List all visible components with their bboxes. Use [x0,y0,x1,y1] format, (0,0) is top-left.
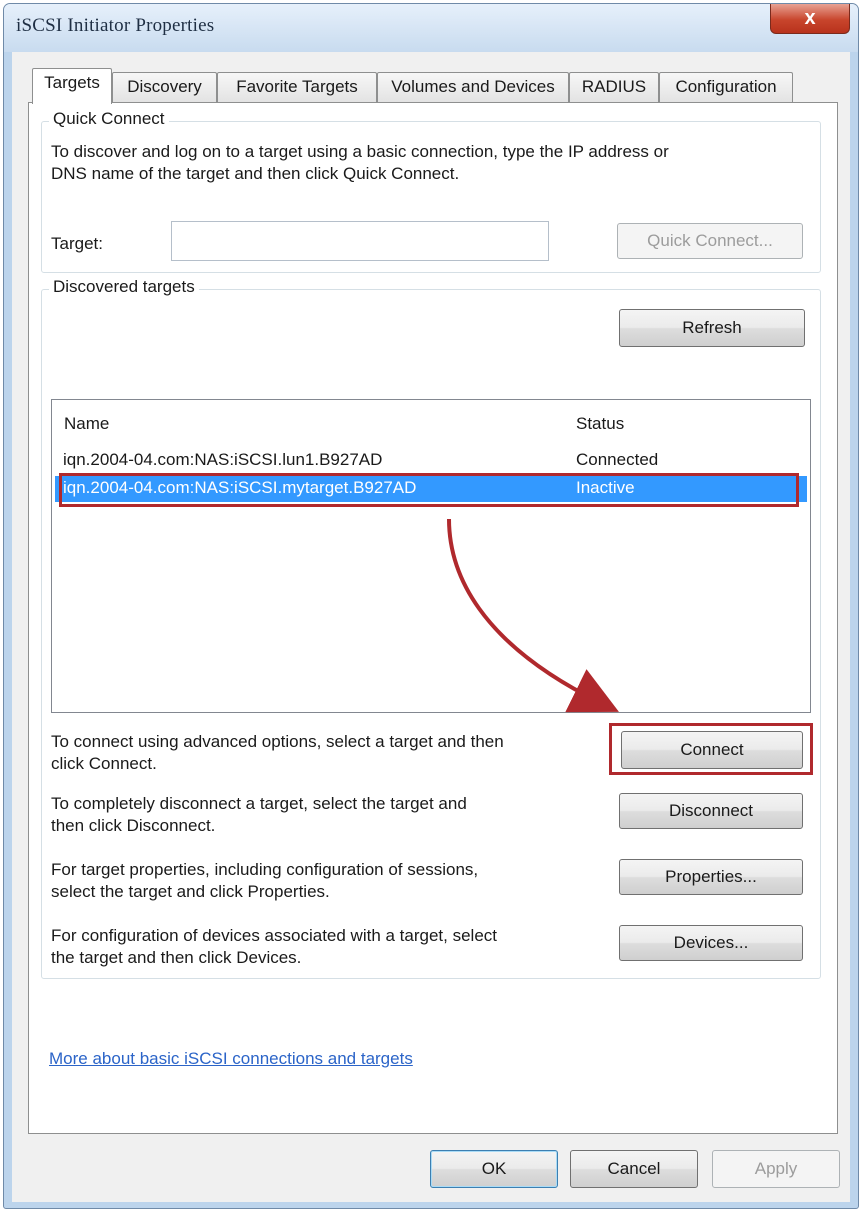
cancel-button[interactable]: Cancel [570,1150,698,1188]
target-row[interactable]: iqn.2004-04.com:NAS:iSCSI.lun1.B927AD Co… [55,448,807,474]
tab-label: RADIUS [581,77,647,96]
dialog-client-area: Targets Discovery Favorite Targets Volum… [12,52,850,1202]
close-button[interactable]: x [770,4,850,34]
devices-description-line1: For configuration of devices associated … [51,926,498,945]
ok-button[interactable]: OK [430,1150,558,1188]
help-link[interactable]: More about basic iSCSI connections and t… [49,1049,413,1069]
quick-connect-group-label: Quick Connect [49,109,169,129]
target-label: Target: [51,234,103,253]
properties-description-line1: For target properties, including configu… [51,860,479,879]
quick-connect-button[interactable]: Quick Connect... [617,223,803,259]
apply-button[interactable]: Apply [712,1150,840,1188]
selected-target-highlight [59,473,799,507]
discovered-targets-group-label: Discovered targets [49,277,199,297]
tab-label: Discovery [127,77,202,96]
column-header-name[interactable]: Name [64,414,109,434]
tab-label: Targets [44,73,100,92]
discovered-targets-list[interactable]: Name Status iqn.2004-04.com:NAS:iSCSI.lu… [51,399,811,713]
quick-connect-description-line2: DNS name of the target and then click Qu… [51,164,460,183]
connect-description-line2: click Connect. [51,754,157,773]
connect-description-line1: To connect using advanced options, selec… [51,732,504,751]
tab-targets[interactable]: Targets [32,68,112,104]
tab-favorite-targets[interactable]: Favorite Targets [217,72,377,102]
devices-description-line2: the target and then click Devices. [51,948,302,967]
target-input[interactable] [171,221,549,261]
column-header-status[interactable]: Status [576,414,624,434]
tab-volumes-and-devices[interactable]: Volumes and Devices [377,72,569,102]
tab-label: Configuration [675,77,777,96]
window-title: iSCSI Initiator Properties [16,15,215,36]
tab-discovery[interactable]: Discovery [112,72,217,102]
disconnect-description-line1: To completely disconnect a target, selec… [51,794,467,813]
iscsi-properties-window: iSCSI Initiator Properties x Targets Dis… [3,3,859,1209]
target-name: iqn.2004-04.com:NAS:iSCSI.lun1.B927AD [63,450,383,469]
targets-tab-panel: Quick Connect To discover and log on to … [28,102,838,1134]
title-bar: iSCSI Initiator Properties x [4,4,858,52]
tab-label: Favorite Targets [236,77,358,96]
devices-button[interactable]: Devices... [619,925,803,961]
tab-radius[interactable]: RADIUS [569,72,659,102]
refresh-button[interactable]: Refresh [619,309,805,347]
disconnect-button[interactable]: Disconnect [619,793,803,829]
target-status: Connected [576,450,659,469]
tab-configuration[interactable]: Configuration [659,72,793,102]
quick-connect-description-line1: To discover and log on to a target using… [51,142,669,161]
tab-label: Volumes and Devices [391,77,555,96]
properties-description-line2: select the target and click Properties. [51,882,330,901]
connect-button-highlight [609,723,813,775]
disconnect-description-line2: then click Disconnect. [51,816,216,835]
close-icon: x [804,7,816,29]
properties-button[interactable]: Properties... [619,859,803,895]
